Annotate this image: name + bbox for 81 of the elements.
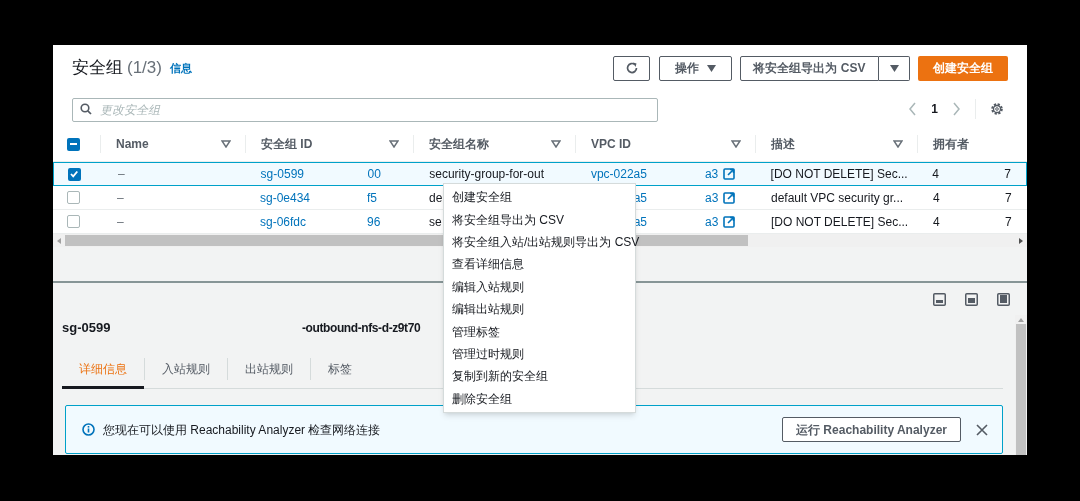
security-group-id-link[interactable]: f5 [367, 188, 377, 207]
menu-item[interactable]: 删除安全组 [444, 387, 635, 410]
security-group-id-link[interactable]: sg-06fdc [260, 214, 307, 229]
menu-item[interactable]: 管理过时规则 [444, 342, 635, 366]
panel-layout-icon[interactable] [933, 292, 946, 306]
table-cell: 4 [932, 167, 939, 181]
menu-item[interactable]: 管理标签 [444, 320, 635, 343]
security-group-id-link[interactable]: sg-0e434 [260, 190, 311, 205]
menu-item[interactable]: 编辑出站规则 [444, 297, 635, 321]
security-group-id-link[interactable]: sg-0599 [260, 167, 304, 181]
page-title: 安全组 [72, 57, 123, 80]
actions-button[interactable]: 操作 [659, 55, 732, 81]
sort-icon[interactable] [731, 140, 741, 148]
close-icon[interactable] [976, 423, 988, 436]
detail-tab[interactable]: 入站规则 [145, 348, 227, 389]
column-header[interactable]: 拥有者 [933, 135, 1013, 153]
table-cell: [DO NOT DELETE] Sec... [770, 167, 908, 181]
table-cell-text: 7 [1005, 189, 1012, 207]
column-header[interactable]: Name [116, 135, 221, 153]
menu-item[interactable]: 创建安全组 [444, 186, 635, 209]
sort-icon[interactable] [893, 140, 903, 148]
detail-title: -outbound-nfs-d-z9t70 [302, 320, 421, 337]
table-cell: se [429, 214, 442, 229]
security-group-id-link[interactable]: 96 [367, 212, 381, 231]
vpc-id-link[interactable]: a3 [705, 188, 719, 207]
table-cell: – [117, 167, 125, 181]
row-checkbox[interactable] [67, 191, 80, 204]
table-cell: de [429, 190, 443, 205]
security-group-id-link[interactable]: 00 [367, 165, 381, 183]
caret-icon [889, 64, 899, 72]
panel-layout-icon[interactable] [965, 292, 978, 306]
table-cell: 4 [933, 190, 940, 205]
refresh-icon [624, 61, 639, 75]
export-button[interactable]: 将安全组导出为 CSV [740, 55, 879, 81]
external-link-icon[interactable] [723, 168, 736, 180]
info-link[interactable]: 信息 [169, 59, 192, 77]
caret-icon [707, 64, 716, 72]
select-all-checkbox[interactable] [67, 137, 80, 151]
table-cell: – [117, 214, 124, 229]
column-header[interactable]: 安全组名称 [429, 135, 551, 153]
row-checkbox[interactable] [67, 167, 81, 181]
table-cell: default VPC security gr... [771, 190, 904, 205]
search-field[interactable]: 更改安全组 [72, 98, 658, 122]
table-row[interactable]: – sg-0599 00 security-group-for-out vpc-022a5 a3 [DO NOT DELETE] Sec... 4 7 [53, 162, 1027, 186]
table-cell-text: 7 [1004, 166, 1011, 183]
banner-message: 您现在可以使用 Reachability Analyzer 检查网络连接 [103, 421, 382, 439]
vpc-id-link[interactable]: vpc-022a5 [590, 167, 647, 181]
settings-icon[interactable] [990, 102, 1004, 116]
detail-tab[interactable]: 标签 [311, 348, 369, 389]
external-link-icon[interactable] [723, 191, 736, 204]
menu-item[interactable]: 查看详细信息 [444, 253, 635, 276]
menu-item[interactable]: 编辑入站规则 [444, 275, 635, 298]
vertical-scrollbar[interactable] [1015, 315, 1027, 455]
column-header[interactable]: 描述 [771, 135, 893, 153]
info-icon [82, 423, 95, 436]
table-cell: 4 [933, 214, 940, 229]
menu-item[interactable]: 复制到新的安全组 [444, 365, 635, 388]
column-header[interactable]: VPC ID [591, 135, 731, 153]
vpc-id-link[interactable]: a3 [704, 165, 719, 183]
table-cell-text: 7 [1005, 213, 1012, 231]
detail-tab[interactable]: 出站规则 [228, 348, 310, 389]
search-icon [80, 103, 92, 115]
detail-title: sg-0599 [62, 320, 111, 336]
sort-icon[interactable] [551, 140, 561, 148]
external-link-icon[interactable] [723, 215, 736, 228]
row-checkbox[interactable] [67, 215, 80, 228]
menu-item[interactable]: 将安全组导出为 CSV [444, 208, 635, 231]
export-dropdown-button[interactable] [879, 55, 910, 81]
table-cell: [DO NOT DELETE] Sec... [771, 214, 909, 229]
table-cell: – [117, 190, 124, 205]
sort-icon[interactable] [389, 140, 399, 148]
sort-icon[interactable] [221, 140, 231, 148]
panel-layout-icon[interactable] [997, 292, 1010, 306]
scroll-right-icon[interactable] [1017, 236, 1025, 245]
table-cell: security-group-for-out [429, 167, 544, 181]
run-analyzer-button[interactable]: 运行 Reachability Analyzer [782, 417, 961, 442]
page-number[interactable]: 1 [931, 100, 938, 118]
selection-count: (1/3) [127, 57, 162, 80]
column-header[interactable]: 安全组 ID [261, 135, 389, 153]
vpc-id-link[interactable]: a3 [705, 212, 719, 231]
refresh-button[interactable] [613, 55, 650, 81]
